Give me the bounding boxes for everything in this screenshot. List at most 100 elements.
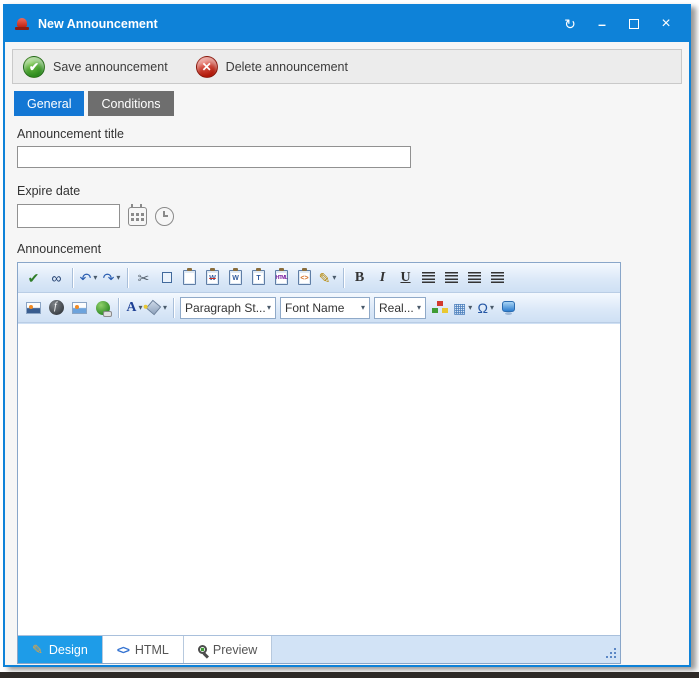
justify-button[interactable] <box>440 266 463 290</box>
align-center-button[interactable] <box>417 266 440 290</box>
insert-symbol-button[interactable]: Ω▾ <box>474 296 497 320</box>
copy-icon <box>162 272 172 283</box>
paste-button[interactable] <box>178 266 201 290</box>
window-title: New Announcement <box>38 17 557 31</box>
insert-snippet-icon <box>432 301 448 315</box>
paste-from-word-icon: W <box>229 270 242 285</box>
delete-announcement-label: Delete announcement <box>226 60 348 74</box>
mode-tab-html[interactable]: <> HTML <box>103 636 184 663</box>
minimize-icon[interactable]: – <box>589 12 615 36</box>
announcement-body-label: Announcement <box>17 242 689 256</box>
insert-table-button[interactable]: ▦▾ <box>451 296 474 320</box>
calendar-icon[interactable] <box>128 207 147 226</box>
font-color-button[interactable]: A▾ <box>123 296 146 320</box>
hyperlink-manager-button[interactable] <box>91 296 114 320</box>
find-and-replace-button[interactable]: ∞ <box>45 266 68 290</box>
close-icon[interactable]: × <box>653 12 679 36</box>
mode-tab-label: HTML <box>135 643 169 657</box>
toolbar-separator <box>72 268 73 288</box>
chevron-down-icon: ▾ <box>267 303 271 312</box>
paste-from-word-strip-label: W <box>208 273 217 283</box>
new-announcement-dialog: New Announcement ↻ – × ✔ Save announceme… <box>3 4 691 667</box>
paste-plain-text-icon: T <box>252 270 265 285</box>
paste-plain-text-button[interactable]: T <box>247 266 270 290</box>
insert-snippet-button[interactable] <box>428 296 451 320</box>
general-tab-panel: Announcement title Expire date Announcem… <box>5 127 689 664</box>
italic-icon: I <box>380 271 385 285</box>
flash-manager-icon <box>49 300 64 315</box>
align-left-button[interactable] <box>463 266 486 290</box>
maximize-icon[interactable] <box>621 12 647 36</box>
save-announcement-button[interactable]: ✔ Save announcement <box>23 56 168 78</box>
underline-button[interactable]: U <box>394 266 417 290</box>
command-bar: ✔ Save announcement ✕ Delete announcemen… <box>12 49 682 84</box>
font-name-dropdown[interactable]: Font Name▾ <box>280 297 370 319</box>
expire-date-input[interactable] <box>17 204 120 228</box>
align-left-icon <box>468 272 481 283</box>
format-stripper-button[interactable]: ✎▾ <box>316 266 339 290</box>
paste-from-word-strip-button[interactable]: W <box>201 266 224 290</box>
format-stripper-icon: ✎ <box>319 271 331 285</box>
mode-tab-preview[interactable]: Preview <box>184 636 272 663</box>
screen-bottom-edge <box>0 672 699 678</box>
clock-icon[interactable] <box>155 207 174 226</box>
tab-conditions[interactable]: Conditions <box>88 91 173 116</box>
paste-html-icon: <> <box>298 270 311 285</box>
redo-button[interactable]: ↷▾ <box>100 266 123 290</box>
align-center-icon <box>422 272 435 283</box>
media-manager-button[interactable] <box>68 296 91 320</box>
silverlight-manager-button[interactable] <box>497 296 520 320</box>
tab-general[interactable]: General <box>14 91 84 116</box>
font-size-dropdown[interactable]: Real...▾ <box>374 297 426 319</box>
underline-icon: U <box>400 271 410 285</box>
undo-button[interactable]: ↶▾ <box>77 266 100 290</box>
editor-toolbar-row1: ✔ ∞ ↶▾↷▾ ✂ W W T HTML <> ✎▾ B I U <box>18 263 620 293</box>
announcement-title-label: Announcement title <box>17 127 689 141</box>
background-color-button[interactable]: ▾ <box>146 296 169 320</box>
titlebar: New Announcement ↻ – × <box>5 6 689 42</box>
paste-as-html-label: HTML <box>277 273 286 283</box>
mode-tab-design[interactable]: ✎Design <box>18 636 103 663</box>
align-right-icon <box>491 272 504 283</box>
insert-symbol-icon: Ω <box>478 301 488 315</box>
image-manager-button[interactable] <box>22 296 45 320</box>
tab-strip: GeneralConditions <box>14 91 689 116</box>
italic-button[interactable]: I <box>371 266 394 290</box>
cut-button[interactable]: ✂ <box>132 266 155 290</box>
paragraph-style-dropdown[interactable]: Paragraph St...▾ <box>180 297 276 319</box>
bold-icon: B <box>355 271 364 285</box>
chevron-down-icon: ▾ <box>361 303 365 312</box>
justify-icon <box>445 272 458 283</box>
preview-icon <box>198 645 207 654</box>
bold-button[interactable]: B <box>348 266 371 290</box>
editor-content-area[interactable] <box>18 323 620 635</box>
find-and-replace-icon: ∞ <box>52 271 62 285</box>
toolbar-separator <box>343 268 344 288</box>
image-manager-icon <box>26 302 41 314</box>
announcement-title-input[interactable] <box>17 146 411 168</box>
align-right-button[interactable] <box>486 266 509 290</box>
paste-as-html-button[interactable]: HTML <box>270 266 293 290</box>
copy-button[interactable] <box>155 266 178 290</box>
paste-plain-text-label: T <box>254 273 263 283</box>
html-icon: <> <box>117 643 129 657</box>
pencil-icon: ✎ <box>32 642 43 658</box>
background-color-icon <box>146 300 161 315</box>
editor-toolbar-row2: A▾▾Paragraph St...▾Font Name▾Real...▾▦▾Ω… <box>18 293 620 323</box>
chevron-down-icon: ▾ <box>417 303 421 312</box>
resize-grip[interactable] <box>604 646 616 658</box>
paragraph-style-value: Paragraph St... <box>185 301 265 315</box>
paste-from-word-button[interactable]: W <box>224 266 247 290</box>
spellcheck-button[interactable]: ✔ <box>22 266 45 290</box>
announcement-siren-icon <box>15 18 29 30</box>
chevron-down-icon: ▾ <box>163 303 167 312</box>
flash-manager-button[interactable] <box>45 296 68 320</box>
paste-html-button[interactable]: <> <box>293 266 316 290</box>
toolbar-separator <box>118 298 119 318</box>
refresh-icon[interactable]: ↻ <box>557 12 583 36</box>
rich-text-editor: ✔∞↶▾↷▾✂WWTHTML<>✎▾BIU A▾▾Paragraph St...… <box>17 262 621 664</box>
delete-announcement-button[interactable]: ✕ Delete announcement <box>196 56 348 78</box>
delete-x-icon: ✕ <box>196 56 218 78</box>
undo-icon: ↶ <box>80 271 92 285</box>
redo-icon: ↷ <box>103 271 115 285</box>
